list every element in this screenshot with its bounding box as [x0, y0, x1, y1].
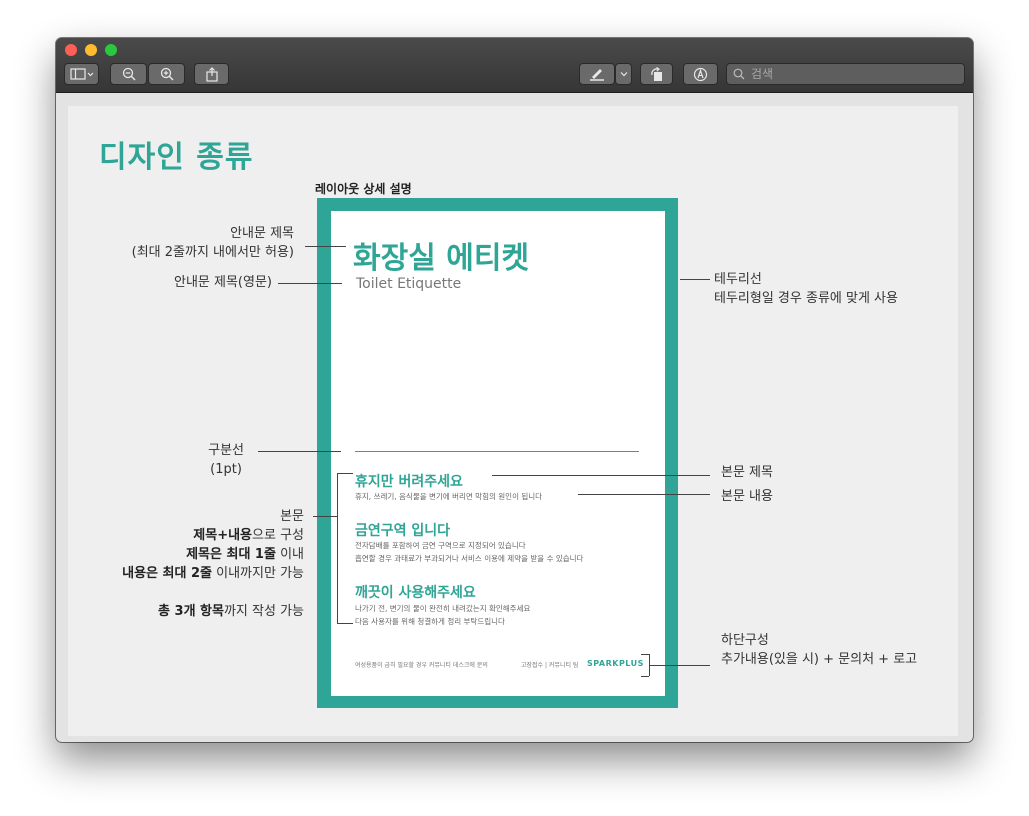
leader-line [278, 283, 342, 284]
annotation-body-count: 총 3개 항목까지 작성 가능 [158, 602, 304, 621]
pen-icon [590, 69, 604, 81]
search-icon [733, 68, 745, 80]
annotation-body-content: 본문 내용 [721, 489, 773, 504]
section-body: 휴지, 쓰레기, 음식물을 변기에 버리면 막힘의 원인이 됩니다 [355, 490, 542, 503]
page-title: 디자인 종류 [99, 140, 254, 175]
markup-icon [693, 67, 708, 81]
sidebar-toggle-button[interactable] [64, 63, 99, 85]
minimize-button[interactable] [85, 44, 97, 56]
markup-dropdown-button[interactable] [615, 63, 632, 85]
section-body: 나가기 전, 변기의 물이 완전히 내려갔는지 확인해주세요 다음 사용자를 위… [355, 602, 530, 628]
footer-bracket-bottom [641, 676, 649, 677]
preview-window: 디자인 종류 레이아웃 상세 설명 화장실 에티켓 Toilet Etiquet… [56, 38, 973, 742]
brand-logo: SPARKPLUS [587, 659, 644, 668]
share-icon [205, 66, 218, 82]
annotation-title: 안내문 제목 (최대 2줄까지 내에서만 허용) [132, 224, 294, 262]
leader-line [305, 246, 346, 247]
sidebar-icon [69, 68, 93, 80]
section-body: 전자담배를 포함하여 금연 구역으로 지정되어 있습니다 흡연할 경우 과태료가… [355, 539, 583, 565]
sign-subtitle: Toilet Etiquette [356, 276, 462, 292]
leader-line [313, 516, 337, 517]
search-input[interactable] [751, 67, 951, 81]
annotation-body-label: 본문 [280, 509, 304, 524]
annotation-footer-note: 추가내용(있을 시) + 문의처 + 로고 [721, 652, 918, 667]
document-view[interactable]: 디자인 종류 레이아웃 상세 설명 화장실 에티켓 Toilet Etiquet… [56, 93, 973, 742]
annotation-text: 이내 [275, 547, 304, 562]
zoom-in-button[interactable] [148, 63, 185, 85]
annotation-bold: 내용은 최대 2줄 [122, 566, 212, 581]
body-bracket [337, 473, 338, 623]
body-bracket-top [337, 473, 353, 474]
body-bracket-bottom [337, 623, 353, 624]
title-bar [56, 38, 973, 93]
zoom-out-icon [122, 67, 135, 81]
sign-panel: 화장실 에티켓 Toilet Etiquette 휴지만 버려주세요 휴지, 쓰… [331, 211, 665, 696]
sign-footer-contact: 고장접수 | 커뮤니티 팀 [521, 662, 579, 669]
chevron-down-icon [620, 72, 627, 77]
markup-pen-button[interactable] [579, 63, 615, 85]
annotation-border-note: 테두리형일 경우 종류에 맞게 사용 [714, 291, 898, 306]
annotation-footer-label: 하단구성 [721, 633, 769, 648]
zoom-in-icon [160, 67, 173, 81]
leader-line [258, 451, 341, 452]
annotation-body: 본문 제목+내용으로 구성 제목은 최대 1줄 이내 내용은 최대 2줄 이내까… [122, 507, 304, 583]
document-page: 디자인 종류 레이아웃 상세 설명 화장실 에티켓 Toilet Etiquet… [68, 106, 958, 736]
markup-toolbar-button[interactable] [683, 63, 718, 85]
sign-footer-note: 여성용품이 급히 필요할 경우 커뮤니티 데스크에 문의 [355, 662, 488, 669]
annotation-subtitle: 안내문 제목(영문) [174, 275, 272, 290]
annotation-border-label: 테두리선 [714, 272, 762, 287]
annotation-border: 테두리선 테두리형일 경우 종류에 맞게 사용 [714, 270, 898, 308]
leader-line [649, 665, 710, 666]
footer-bracket-top [641, 654, 649, 655]
annotation-divider-label: 구분선 [208, 443, 244, 458]
close-button[interactable] [65, 44, 77, 56]
annotation-footer: 하단구성 추가내용(있을 시) + 문의처 + 로고 [721, 631, 917, 669]
annotation-body-line: 제목+내용으로 구성 [122, 526, 304, 545]
annotation-body-line: 내용은 최대 2줄 이내까지만 가능 [122, 564, 304, 583]
section-title: 깨끗이 사용해주세요 [355, 585, 476, 601]
section-title: 휴지만 버려주세요 [355, 474, 463, 490]
section-body-line: 휴지, 쓰레기, 음식물을 변기에 버리면 막힘의 원인이 됩니다 [355, 492, 543, 501]
annotation-bold: 제목+내용 [193, 528, 253, 543]
layout-title: 레이아웃 상세 설명 [315, 182, 412, 196]
annotation-bold: 제목은 최대 1줄 [186, 547, 276, 562]
rotate-button[interactable] [640, 63, 673, 85]
search-field[interactable] [726, 63, 965, 85]
section-body-line: 흡연할 경우 과태료가 부과되거나 서비스 이용에 제약을 받을 수 있습니다 [355, 554, 584, 563]
annotation-divider-note: (1pt) [210, 462, 242, 477]
zoom-out-button[interactable] [110, 63, 147, 85]
leader-line [578, 494, 710, 495]
section-body-line: 전자담배를 포함하여 금연 구역으로 지정되어 있습니다 [355, 541, 526, 550]
annotation-title-note: (최대 2줄까지 내에서만 허용) [131, 245, 294, 260]
annotation-bold: 총 3개 항목 [158, 604, 224, 619]
annotation-text: 이내까지만 가능 [212, 566, 304, 581]
sign-border: 화장실 에티켓 Toilet Etiquette 휴지만 버려주세요 휴지, 쓰… [317, 198, 678, 708]
annotation-body-title: 본문 제목 [721, 465, 773, 480]
annotation-text: 까지 작성 가능 [223, 604, 304, 619]
annotation-body-line: 제목은 최대 1줄 이내 [122, 545, 304, 564]
share-button[interactable] [194, 63, 229, 85]
zoom-button[interactable] [105, 44, 117, 56]
sign-divider [355, 451, 639, 452]
annotation-divider: 구분선 (1pt) [208, 441, 244, 479]
annotation-title-label: 안내문 제목 [230, 226, 294, 241]
leader-line [680, 279, 710, 280]
section-body-line: 나가기 전, 변기의 물이 완전히 내려갔는지 확인해주세요 [355, 604, 531, 613]
sign-title: 화장실 에티켓 [353, 241, 530, 276]
annotation-text: 으로 구성 [252, 528, 304, 543]
section-title: 금연구역 입니다 [355, 523, 451, 539]
section-body-line: 다음 사용자를 위해 청결하게 정리 부탁드립니다 [355, 617, 505, 626]
rotate-icon [650, 66, 662, 81]
leader-line [492, 475, 710, 476]
